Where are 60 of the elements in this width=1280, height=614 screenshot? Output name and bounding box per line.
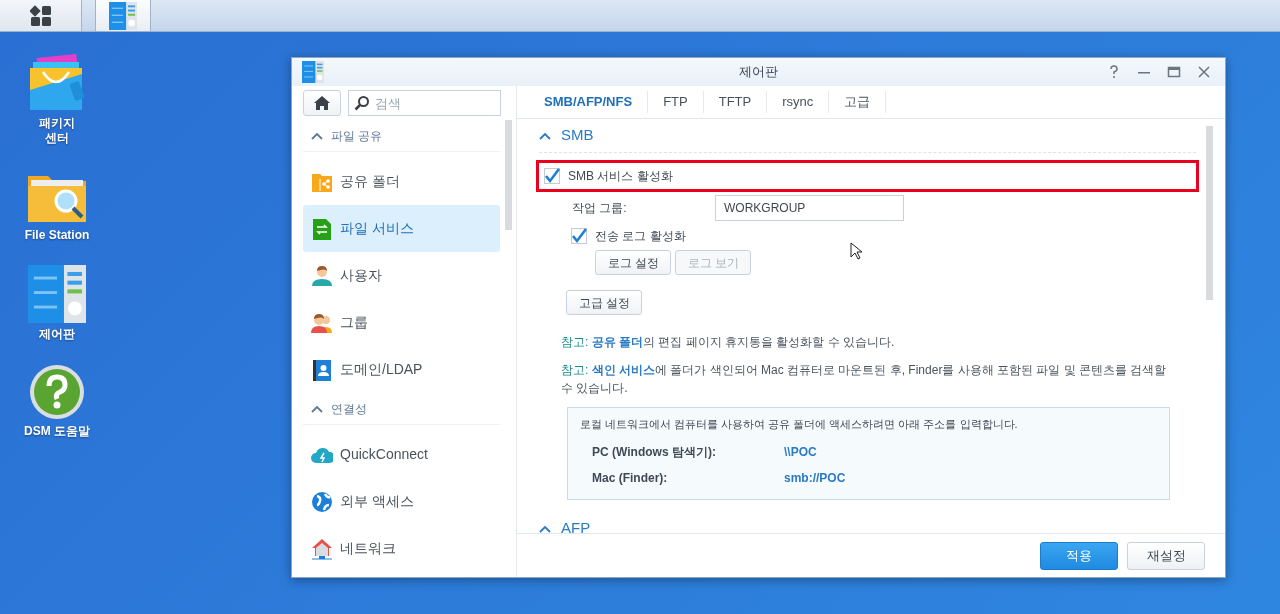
log-button[interactable]: 로그 설정 <box>595 250 671 275</box>
checkbox-label[interactable]: 전송 로그 활성화 <box>595 227 686 245</box>
note-text: 참고: 공유 폴더의 편집 페이지 휴지통을 활성화할 수 있습니다. <box>561 334 896 351</box>
cursor-icon <box>850 241 862 260</box>
address-label: Mac (Finder): <box>592 469 669 487</box>
search-field[interactable]: 검색 <box>348 90 501 116</box>
checkbox[interactable] <box>571 228 587 244</box>
advanced-settings-button[interactable]: 고급 설정 <box>566 290 642 315</box>
file-transfer-icon <box>311 217 333 240</box>
info-text: 로컬 네트워크에서 컴퓨터를 사용하여 공유 폴더에 액세스하려면 아래 주소를 입력합니다. <box>580 417 1019 432</box>
search-icon <box>354 95 370 111</box>
sidebar-item[interactable]: 외부 액세스 <box>303 478 500 525</box>
checkbox-label[interactable]: SMB 서비스 활성화 <box>568 167 673 185</box>
contact-book-icon <box>311 358 333 381</box>
tab[interactable]: rsync <box>767 91 830 113</box>
sidebar-item[interactable]: 공유 폴더 <box>303 158 500 205</box>
section-title[interactable]: AFP <box>561 517 591 533</box>
shopping-bag-icon <box>27 54 87 112</box>
sidebar-item[interactable]: 도메인/LDAP <box>303 346 500 393</box>
house-network-icon <box>311 537 333 560</box>
tab[interactable]: SMB/AFP/NFS <box>529 91 649 113</box>
note-text: 참고: 색인 서비스에 폴더가 색인되어 Mac 컴퓨터로 마운트된 후, Finder를 사용해 포함된 파일 및 콘텐츠를 검색할 수 있습니다. <box>561 362 1168 397</box>
help-icon <box>29 364 85 420</box>
tab[interactable]: FTP <box>648 91 704 113</box>
section-header[interactable]: 연결성 <box>331 399 367 418</box>
address-value: \\POC <box>784 443 817 461</box>
workgroup-field[interactable]: WORKGROUP <box>715 195 904 221</box>
taskbar-button[interactable] <box>0 0 82 31</box>
desktop-icon-label[interactable]: 제어판 <box>39 327 75 342</box>
sidebar-item[interactable]: 네트워크 <box>303 525 500 572</box>
note-link[interactable]: 색인 서비스 <box>591 363 655 377</box>
home-icon[interactable] <box>313 95 331 111</box>
home-button[interactable] <box>303 90 341 116</box>
group-icon <box>311 311 333 334</box>
desktop-icon-label[interactable]: DSM 도움말 <box>24 424 90 439</box>
note-link[interactable]: 공유 폴더 <box>591 335 643 349</box>
tab[interactable]: TFTP <box>703 91 768 113</box>
reset-button[interactable]: 재설정 <box>1127 541 1205 570</box>
sidebar-item[interactable]: 그룹 <box>303 299 500 346</box>
scrollbar[interactable] <box>1206 126 1213 300</box>
address-label: PC (Windows 탐색기): <box>592 443 717 461</box>
tab[interactable]: 고급 <box>829 91 887 113</box>
control-panel-icon <box>28 265 86 323</box>
main-menu-icon <box>29 4 52 27</box>
field-label: 작업 그룹: <box>572 200 628 217</box>
control-panel-icon <box>302 61 324 83</box>
desktop-icon-label[interactable]: File Station <box>24 228 90 243</box>
section-title[interactable]: SMB <box>561 124 594 147</box>
globe-icon <box>311 490 333 513</box>
sidebar-item[interactable]: 사용자 <box>303 252 500 299</box>
sidebar-item[interactable]: QuickConnect <box>303 431 500 478</box>
window-title: 제어판 <box>739 64 778 80</box>
checkbox[interactable] <box>544 168 560 184</box>
user-icon <box>311 264 333 287</box>
sidebar-item[interactable]: 파일 서비스 <box>303 205 500 252</box>
desktop-icon-label[interactable]: 패키지 센터 <box>39 116 75 146</box>
scrollbar[interactable] <box>505 120 512 230</box>
section-header[interactable]: 파일 공유 <box>331 126 383 145</box>
address-value: smb://POC <box>784 469 846 487</box>
control-panel-icon <box>109 1 137 30</box>
